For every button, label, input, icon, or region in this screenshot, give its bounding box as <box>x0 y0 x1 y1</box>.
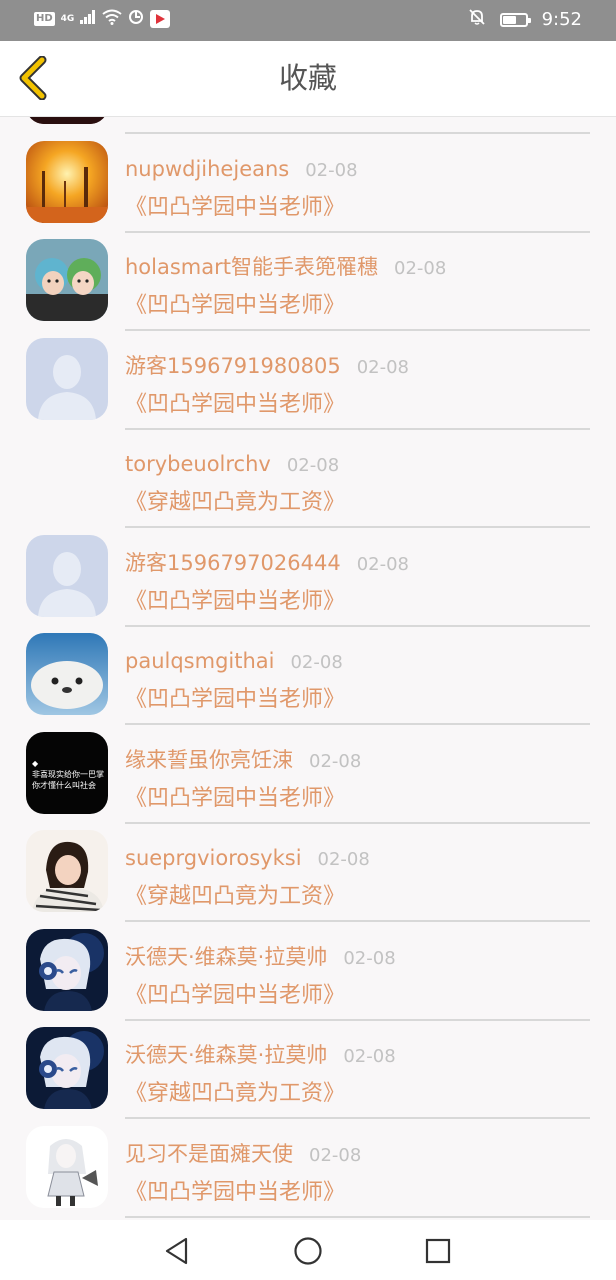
book-title[interactable]: 《穿越凹凸竟为工资》 <box>125 487 345 519</box>
username: torybeuolrchv <box>125 452 271 476</box>
list-item[interactable]: nupwdjihejeans 02-08 《凹凸学园中当老师》 <box>0 124 616 233</box>
username: 沃德天·维森莫·拉莫帅 <box>125 1043 328 1067</box>
date: 02-08 <box>286 455 340 476</box>
name-line: paulqsmgithai 02-08 <box>125 645 343 677</box>
status-bar: HD 4G 9:52 <box>0 0 616 41</box>
avatar-caption: 非喜现实给你一巴掌 <box>32 769 104 779</box>
username: sueprgviorosyksi <box>125 846 302 870</box>
name-line: 沃德天·维森莫·拉莫帅 02-08 <box>125 1039 396 1071</box>
avatar: ◆ 非喜现实给你一巴掌 你才懂什么叫社会 <box>26 731 108 814</box>
battery-icon <box>499 12 531 27</box>
avatar-caption: 你才懂什么叫社会 <box>32 780 96 790</box>
divider <box>125 1215 590 1218</box>
app-header: 收藏 <box>0 41 616 117</box>
list-item[interactable]: 沃德天·维森莫·拉莫帅 02-08 《凹凸学园中当老师》 <box>0 912 616 1021</box>
book-title[interactable]: 《穿越凹凸竟为工资》 <box>125 881 345 913</box>
list-item[interactable]: ◆ 非喜现实给你一巴掌 你才懂什么叫社会 缘来誓虽你亮饪涑 02-08 《凹凸学园中当老师… <box>0 715 616 824</box>
battery-level <box>502 15 516 24</box>
list-item[interactable]: 见习不是面瘫天使 02-08 《凹凸学园中当老师》 <box>0 1109 616 1218</box>
name-line: 游客1596797026444 02-08 <box>125 547 409 579</box>
username: nupwdjihejeans <box>125 156 290 181</box>
home-circle-icon <box>294 1237 322 1265</box>
app-notification-icon <box>150 9 171 28</box>
book-title[interactable]: 《凹凸学园中当老师》 <box>125 684 345 716</box>
favorites-list: nupwdjihejeans 02-08 《凹凸学园中当老师》 holasmart智能… <box>0 116 616 1220</box>
avatar <box>26 928 108 1011</box>
avatar <box>26 830 108 912</box>
avatar <box>26 337 108 420</box>
avatar <box>26 534 108 617</box>
date: 02-08 <box>356 356 410 378</box>
list-item[interactable]: sueprgviorosyksi 02-08 《穿越凹凸竟为工资》 <box>0 813 616 922</box>
page-title: 收藏 <box>278 61 337 95</box>
name-line: nupwdjihejeans 02-08 <box>125 153 358 185</box>
name-line: 沃德天·维森莫·拉莫帅 02-08 <box>125 941 396 973</box>
date: 02-08 <box>317 849 370 870</box>
wifi-icon <box>102 9 122 28</box>
book-title[interactable]: 《凹凸学园中当老师》 <box>125 389 345 421</box>
username: paulqsmgithai <box>125 649 275 673</box>
mute-bell-icon <box>468 8 486 31</box>
date: 02-08 <box>394 258 447 279</box>
name-line: sueprgviorosyksi 02-08 <box>125 842 370 874</box>
status-left: HD 4G <box>34 9 171 28</box>
date: 02-08 <box>290 652 343 673</box>
list-item[interactable]: 游客1596797026444 02-08 《凹凸学园中当老师》 <box>0 518 616 627</box>
avatar <box>26 140 108 223</box>
book-title[interactable]: 《凹凸学园中当老师》 <box>125 980 345 1012</box>
list-item[interactable]: 沃德天·维森莫·拉莫帅 02-08 《穿越凹凸竟为工资》 <box>0 1010 616 1119</box>
username: 缘来誓虽你亮饪涑 <box>125 747 293 772</box>
book-title[interactable]: 《凹凸学园中当老师》 <box>125 290 345 322</box>
name-line: 缘来誓虽你亮饪涑 02-08 <box>125 744 361 776</box>
book-title[interactable]: 《穿越凹凸竟为工资》 <box>125 1078 345 1110</box>
list-item[interactable]: holasmart智能手表篼罹穗 02-08 《凹凸学园中当老师》 <box>0 222 616 331</box>
nav-home-button[interactable] <box>291 1234 325 1268</box>
nav-back-button[interactable] <box>160 1234 194 1268</box>
clock: 9:52 <box>541 9 582 30</box>
book-title[interactable]: 《凹凸学园中当老师》 <box>125 586 345 618</box>
book-title[interactable]: 《凹凸学园中当老师》 <box>125 783 345 815</box>
data-saver-icon <box>128 9 144 28</box>
avatar <box>26 436 108 518</box>
date: 02-08 <box>343 1046 396 1067</box>
username: 游客1596797026444 <box>125 550 341 575</box>
list-item[interactable]: paulqsmgithai 02-08 《凹凸学园中当老师》 <box>0 616 616 725</box>
hd-badge: HD <box>34 11 55 26</box>
username: 沃德天·维森莫·拉莫帅 <box>125 944 328 969</box>
avatar <box>26 633 108 715</box>
book-title[interactable]: 《凹凸学园中当老师》 <box>125 1177 345 1209</box>
system-nav-bar <box>0 1220 616 1280</box>
network-type: 4G <box>60 13 75 24</box>
date: 02-08 <box>309 750 362 772</box>
username: holasmart智能手表篼罹穗 <box>125 255 378 279</box>
date: 02-08 <box>356 553 410 575</box>
list-item[interactable]: 游客1596791980805 02-08 《凹凸学园中当老师》 <box>0 321 616 430</box>
avatar <box>26 239 108 321</box>
date: 02-08 <box>305 159 358 181</box>
name-line: 见习不是面瘫天使 02-08 <box>125 1138 361 1170</box>
name-line: holasmart智能手表篼罹穗 02-08 <box>125 251 446 283</box>
avatar-caption: ◆ <box>32 758 39 768</box>
avatar <box>26 1125 108 1208</box>
recents-square-icon <box>425 1238 451 1264</box>
book-title[interactable]: 《凹凸学园中当老师》 <box>125 192 345 224</box>
name-line: torybeuolrchv 02-08 <box>125 448 339 480</box>
back-triangle-icon <box>165 1237 188 1265</box>
list-item[interactable]: torybeuolrchv 02-08 《穿越凹凸竟为工资》 <box>0 419 616 528</box>
date: 02-08 <box>343 947 396 969</box>
status-right: 9:52 <box>468 8 582 31</box>
date: 02-08 <box>309 1144 362 1166</box>
signal-icon <box>80 10 96 27</box>
avatar <box>26 1027 108 1109</box>
list-item[interactable] <box>0 116 616 134</box>
name-line: 游客1596791980805 02-08 <box>125 350 409 382</box>
username: 游客1596791980805 <box>125 353 341 378</box>
username: 见习不是面瘫天使 <box>125 1141 293 1166</box>
nav-recents-button[interactable] <box>421 1234 455 1268</box>
